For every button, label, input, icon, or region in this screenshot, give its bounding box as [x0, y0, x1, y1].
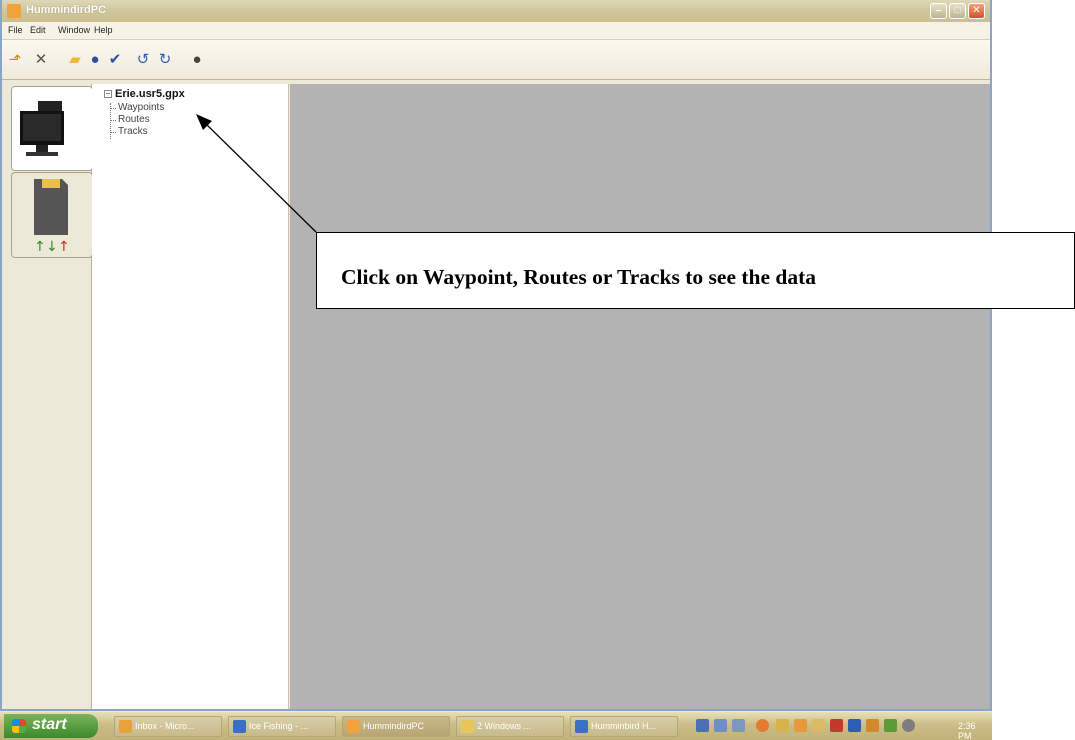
maximize-icon: □: [954, 5, 961, 16]
window-title: HummindirdPC: [26, 4, 107, 16]
taskbar-item-label: Humminbird H...: [591, 721, 657, 731]
minimize-icon: –: [935, 5, 942, 16]
tree-root-label: Erie.usr5.gpx: [115, 88, 185, 100]
tree-root-file[interactable]: − Erie.usr5.gpx: [104, 88, 185, 100]
start-label: start: [32, 716, 67, 733]
tray-icon[interactable]: [848, 719, 861, 732]
device-strip: ↑ ↓ ↑: [8, 84, 93, 709]
tray-icon[interactable]: [696, 719, 709, 732]
hummingbird-icon[interactable]: ✔: [106, 51, 124, 69]
instruction-callout: Click on Waypoint, Routes or Tracks to s…: [316, 232, 1075, 309]
device-tab-sd-card[interactable]: ↑ ↓ ↑: [11, 172, 93, 258]
taskbar-item-label: Inbox - Micro...: [135, 721, 195, 731]
tray-icon[interactable]: [732, 719, 745, 732]
svg-text:↑: ↑: [34, 239, 46, 255]
taskbar-item-label: HummindirdPC: [363, 721, 425, 731]
tray-icon[interactable]: [902, 719, 915, 732]
redo-icon[interactable]: ↻: [156, 51, 174, 69]
tree-node-tracks[interactable]: Tracks: [110, 126, 148, 137]
tray-icon[interactable]: [884, 719, 897, 732]
taskbar-item[interactable]: 2 Windows ...: [456, 716, 564, 737]
tree-node-label: Routes: [118, 114, 150, 125]
delete-icon[interactable]: ✕: [32, 51, 50, 69]
taskbar-item[interactable]: Inbox - Micro...: [114, 716, 222, 737]
app-icon: [119, 720, 132, 733]
tray-icon[interactable]: [866, 719, 879, 732]
tray-icon[interactable]: [714, 719, 727, 732]
taskbar: start Inbox - Micro... Ice Fishing - ... H…: [0, 711, 992, 740]
tray-icon[interactable]: [830, 719, 843, 732]
taskbar-item[interactable]: Humminbird H...: [570, 716, 678, 737]
start-button[interactable]: start: [4, 714, 98, 738]
tree-node-routes[interactable]: Routes: [110, 114, 150, 125]
undo-icon[interactable]: ↺: [134, 51, 152, 69]
windows-logo-icon: [12, 719, 26, 733]
collapse-icon[interactable]: −: [104, 90, 112, 98]
callout-text: Click on Waypoint, Routes or Tracks to s…: [341, 265, 817, 289]
app-icon: [575, 720, 588, 733]
open-folder-icon[interactable]: ▰: [66, 51, 84, 69]
menu-window[interactable]: Window: [58, 25, 90, 35]
svg-text:↓: ↓: [46, 239, 58, 255]
globe-icon[interactable]: ●: [86, 51, 104, 69]
app-icon: [461, 720, 474, 733]
stop-icon[interactable]: ●: [188, 51, 206, 69]
menu-file[interactable]: File: [8, 25, 23, 35]
computer-monitor-icon: [20, 101, 64, 156]
app-icon: [233, 720, 246, 733]
new-icon[interactable]: ⬏: [6, 51, 24, 69]
clock: 2:36 PM: [958, 721, 976, 740]
file-tree-panel: − Erie.usr5.gpx Waypoints Routes Tracks: [92, 84, 289, 709]
toolbar: ⬏ ✕ ▰ ● ✔ ↺ ↻ ●: [2, 40, 990, 80]
tree-node-label: Tracks: [118, 126, 148, 137]
data-view-area: [290, 84, 990, 709]
taskbar-item[interactable]: HummindirdPC: [342, 716, 450, 737]
menu-help[interactable]: Help: [94, 25, 113, 35]
close-icon: ✕: [972, 5, 981, 16]
svg-text:↑: ↑: [58, 239, 70, 255]
tree-node-waypoints[interactable]: Waypoints: [110, 102, 164, 113]
close-button[interactable]: ✕: [968, 3, 985, 19]
tray-icon[interactable]: [794, 719, 807, 732]
taskbar-item-label: 2 Windows ...: [477, 721, 532, 731]
tray-icon[interactable]: [756, 719, 769, 732]
tree-node-label: Waypoints: [118, 102, 165, 113]
app-icon: [347, 720, 360, 733]
taskbar-item[interactable]: Ice Fishing - ...: [228, 716, 336, 737]
title-bar[interactable]: HummindirdPC – □ ✕: [2, 0, 990, 22]
app-icon: [7, 4, 21, 18]
tray-icon[interactable]: [812, 719, 825, 732]
system-tray: 2:36 PM: [690, 714, 990, 740]
tray-icon[interactable]: [776, 719, 789, 732]
app-window: HummindirdPC – □ ✕ File Edit Window Help…: [0, 0, 992, 740]
menu-edit[interactable]: Edit: [30, 25, 46, 35]
minimize-button[interactable]: –: [930, 3, 947, 19]
sd-card-icon: ↑ ↓ ↑: [34, 179, 70, 255]
menu-bar: File Edit Window Help: [2, 22, 990, 40]
device-tab-pc[interactable]: [11, 86, 93, 171]
maximize-button[interactable]: □: [949, 3, 966, 19]
taskbar-item-label: Ice Fishing - ...: [249, 721, 309, 731]
